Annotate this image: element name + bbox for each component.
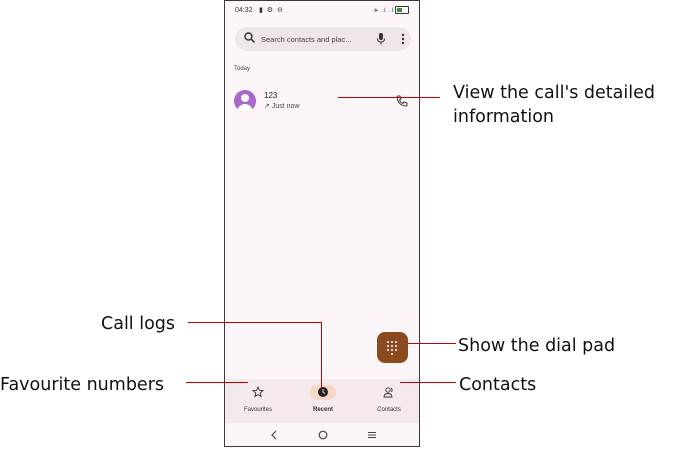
back-icon[interactable]: [267, 428, 281, 442]
notification-icons: ▮ ⚙ ⊖: [259, 7, 284, 14]
outgoing-call-arrow-icon: ↗: [264, 103, 270, 110]
call-log-row[interactable]: 123 ↗ Just now: [225, 85, 419, 117]
callout-line-dial-pad: [408, 343, 456, 344]
annotation-call-logs: Call logs: [101, 314, 176, 334]
search-icon: [244, 32, 256, 44]
search-input[interactable]: [261, 32, 365, 46]
microphone-icon[interactable]: [375, 32, 387, 46]
bottom-navigation: Favourites Recent Contacts: [225, 379, 419, 423]
call-number: 123: [264, 91, 278, 100]
callout-line-call-logs-v: [321, 322, 322, 388]
call-time: Just now: [271, 103, 300, 110]
tab-recent[interactable]: Recent: [293, 379, 353, 423]
contacts-icon: [383, 387, 393, 398]
status-bar: 04:32 ▮ ⚙ ⊖ ⫸ ◿ ◿: [225, 1, 419, 21]
dial-pad-button[interactable]: [377, 332, 408, 363]
annotation-dial-pad: Show the dial pad: [458, 336, 616, 356]
call-meta: ↗ Just now: [264, 102, 299, 110]
callout-line-favourites: [186, 382, 248, 383]
tab-contacts-label: Contacts: [377, 407, 401, 413]
section-header-today: Today: [234, 66, 251, 72]
callout-line-call-logs-h: [188, 322, 322, 323]
star-icon: [252, 386, 264, 398]
search-bar[interactable]: [235, 27, 411, 51]
callout-line-contacts: [400, 382, 456, 383]
dialpad-icon: [387, 341, 398, 355]
tab-contacts[interactable]: Contacts: [359, 379, 419, 423]
more-options-icon[interactable]: [399, 32, 407, 46]
phone-screen: 04:32 ▮ ⚙ ⊖ ⫸ ◿ ◿ Today 123: [224, 0, 420, 447]
clock-icon: [318, 387, 328, 397]
tab-recent-label: Recent: [312, 407, 333, 413]
vibrate-icon: ⫸: [374, 6, 379, 14]
annotation-call-details: View the call's detailed information: [453, 83, 655, 127]
contact-avatar-icon: [234, 90, 256, 112]
signal-icon: ◿: [380, 6, 386, 14]
system-status-icons: ⫸ ◿ ◿: [374, 6, 409, 15]
annotation-favourite-numbers: Favourite numbers: [0, 375, 165, 395]
callout-line-details: [338, 97, 440, 98]
status-time: 04:32: [235, 7, 253, 14]
signal-2-icon: ◿: [387, 6, 394, 14]
tab-favourites[interactable]: Favourites: [228, 379, 288, 423]
battery-icon: [395, 6, 409, 14]
annotation-contacts: Contacts: [459, 375, 537, 395]
tab-favourites-label: Favourites: [243, 407, 272, 413]
recents-menu-icon[interactable]: [365, 428, 379, 442]
system-navigation-bar: [225, 423, 419, 446]
home-icon[interactable]: [316, 428, 330, 442]
